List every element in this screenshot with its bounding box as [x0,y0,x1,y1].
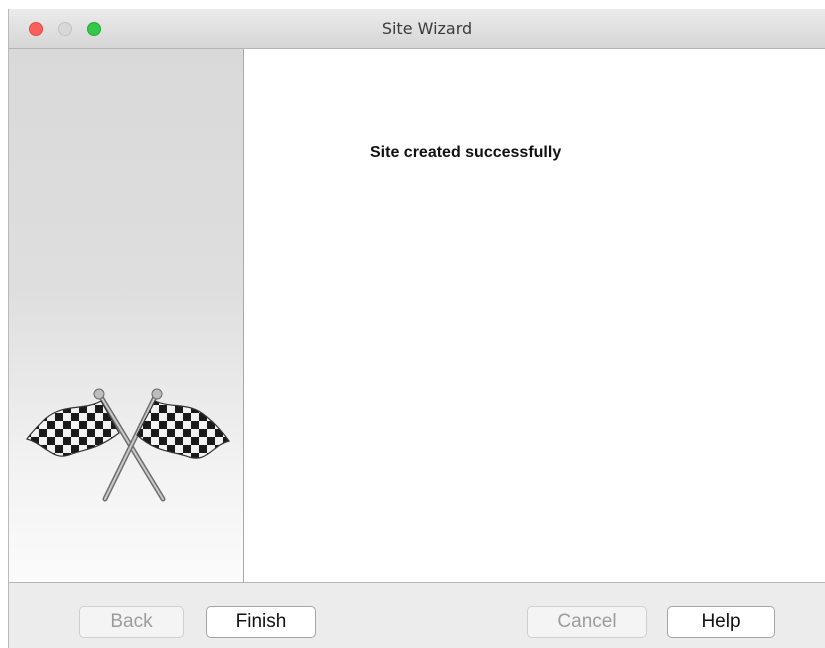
wizard-side-panel [9,49,244,582]
back-button[interactable]: Back [79,606,184,638]
window-title: Site Wizard [381,19,473,38]
title-bar[interactable]: Site Wizard [9,9,825,49]
cancel-button[interactable]: Cancel [527,606,647,638]
checkered-flags-icon [26,388,231,502]
site-wizard-window: Site Wizard Site created successfully Ba… [8,9,825,648]
wizard-content: Site created successfully [244,49,825,582]
help-button[interactable]: Help [667,606,775,638]
finish-button[interactable]: Finish [206,606,316,638]
success-message: Site created successfully [370,144,562,161]
wizard-button-bar: Back Finish Cancel Help [9,582,825,648]
